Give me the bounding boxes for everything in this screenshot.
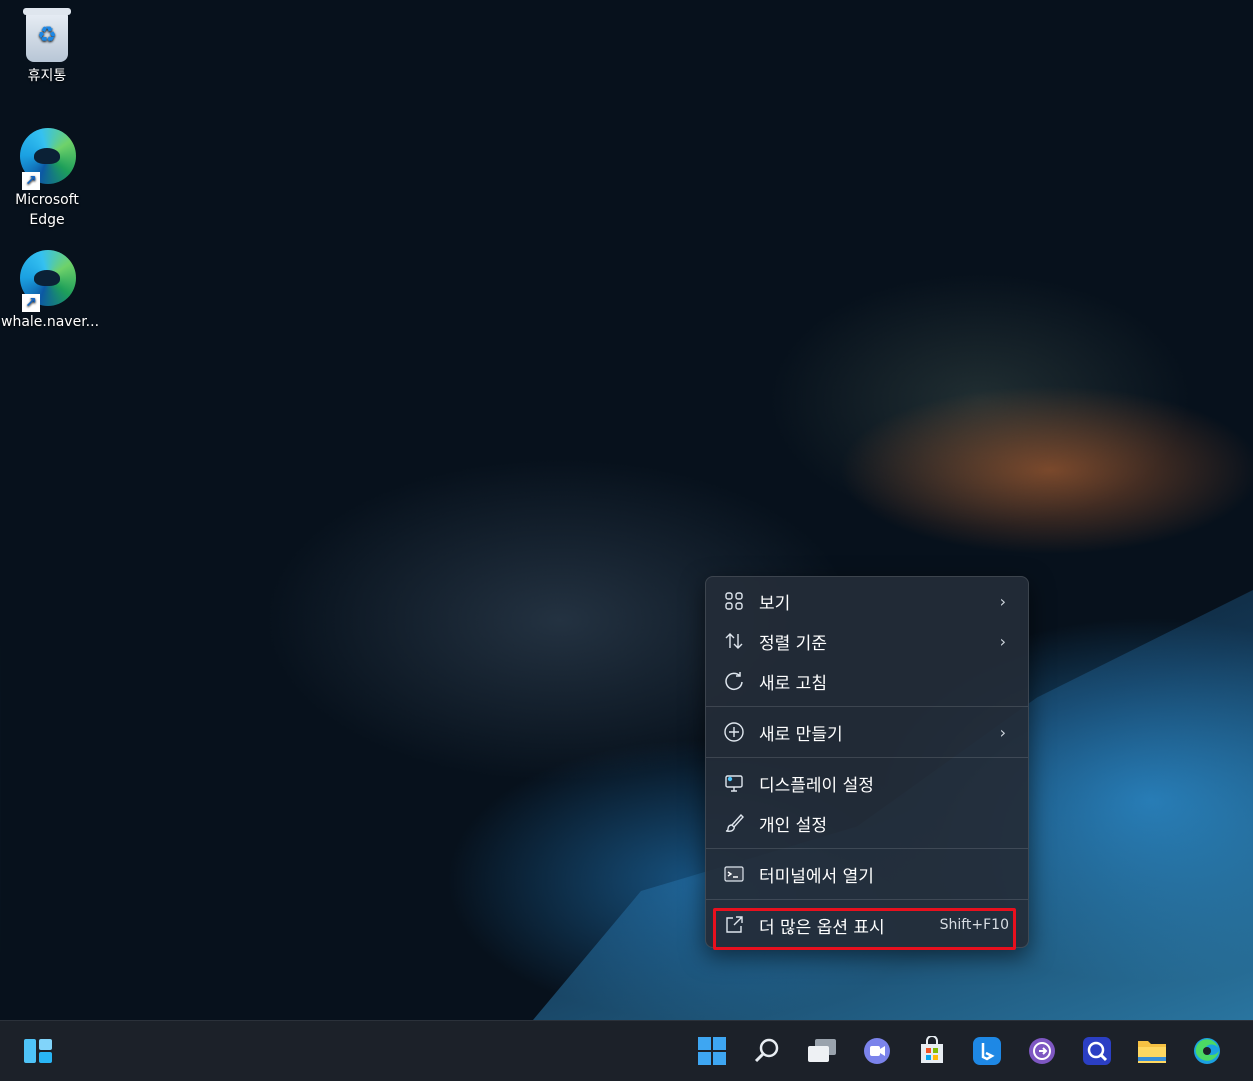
- edge-icon: ↗: [20, 128, 76, 190]
- menu-item-label: 디스플레이 설정: [759, 775, 874, 796]
- shortcut-text: Shift+F10: [939, 917, 1009, 933]
- recycle-bin-icon: ♻: [20, 8, 74, 64]
- refresh-icon: [723, 670, 745, 692]
- menu-item-label: 보기: [759, 593, 791, 614]
- desktop-icon-label: whale.naver...: [1, 314, 100, 330]
- share-icon: [723, 914, 745, 936]
- menu-item-new[interactable]: 새로 만들기 ›: [706, 712, 1028, 752]
- menu-item-label: 터미널에서 열기: [759, 866, 874, 887]
- taskbar: [0, 1020, 1253, 1081]
- menu-item-view[interactable]: 보기 ›: [706, 581, 1028, 621]
- context-menu: 보기 › 정렬 기준 › 새로 고침 새로 만들기 › 디스플레이 설정 개인 …: [705, 576, 1029, 950]
- sort-icon: [723, 630, 745, 652]
- menu-item-label: 정렬 기준: [759, 633, 827, 654]
- chevron-right-icon: ›: [999, 722, 1006, 742]
- chat-icon[interactable]: [859, 1033, 895, 1069]
- file-explorer-icon[interactable]: [1134, 1033, 1170, 1069]
- menu-item-refresh[interactable]: 새로 고침: [706, 661, 1028, 701]
- menu-item-label: 새로 만들기: [759, 724, 843, 745]
- menu-separator: [706, 706, 1028, 707]
- menu-item-display-settings[interactable]: 디스플레이 설정: [706, 763, 1028, 803]
- desktop-icon-recycle-bin[interactable]: ♻ 휴지통: [1, 8, 93, 86]
- menu-separator: [706, 848, 1028, 849]
- menu-item-personalize[interactable]: 개인 설정: [706, 803, 1028, 843]
- menu-item-sort-by[interactable]: 정렬 기준 ›: [706, 621, 1028, 661]
- brush-icon: [723, 812, 745, 834]
- search-icon[interactable]: [749, 1033, 785, 1069]
- desktop-icon-microsoft-edge[interactable]: ↗ Microsoft Edge: [1, 128, 93, 230]
- edge-icon[interactable]: [1189, 1033, 1225, 1069]
- display-icon: [723, 772, 745, 794]
- menu-item-show-more-options[interactable]: 더 많은 옵션 표시 Shift+F10: [706, 905, 1028, 950]
- menu-separator: [706, 757, 1028, 758]
- menu-item-label: 개인 설정: [759, 815, 827, 836]
- task-view-icon[interactable]: [804, 1033, 840, 1069]
- bing-icon[interactable]: [969, 1033, 1005, 1069]
- menu-separator: [706, 899, 1028, 900]
- menu-item-label: 더 많은 옵션 표시: [759, 917, 885, 938]
- shortcut-arrow-icon: ↗: [22, 294, 40, 312]
- grid-icon: [723, 590, 745, 612]
- desktop-icon-label: 휴지통: [27, 68, 67, 84]
- menu-item-label: 새로 고침: [759, 673, 827, 694]
- widgets-icon[interactable]: [20, 1033, 56, 1069]
- app-icon[interactable]: [1024, 1033, 1060, 1069]
- desktop-icon-label: Microsoft Edge: [15, 192, 79, 228]
- edge-icon: ↗: [20, 250, 76, 312]
- shortcut-arrow-icon: ↗: [22, 172, 40, 190]
- chevron-right-icon: ›: [999, 631, 1006, 651]
- store-icon[interactable]: [914, 1033, 950, 1069]
- search-app-icon[interactable]: [1079, 1033, 1115, 1069]
- menu-item-open-terminal[interactable]: 터미널에서 열기: [706, 854, 1028, 894]
- desktop-icon-whale-naver[interactable]: ↗ whale.naver...: [1, 250, 100, 332]
- add-circle-icon: [723, 721, 745, 743]
- start-icon[interactable]: [694, 1033, 730, 1069]
- terminal-icon: [723, 863, 745, 885]
- chevron-right-icon: ›: [999, 591, 1006, 611]
